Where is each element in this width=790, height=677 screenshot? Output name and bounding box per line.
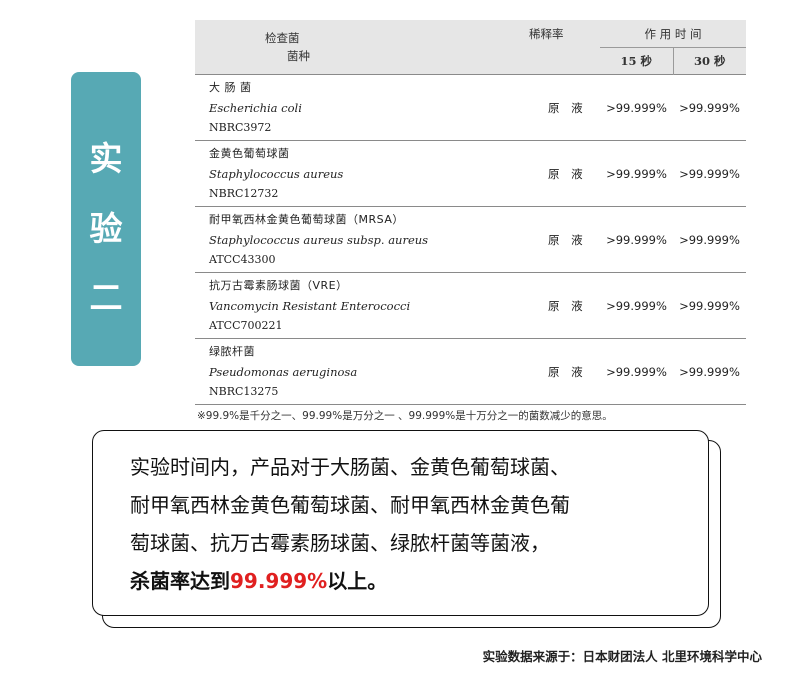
table-footnote: ※99.9%是千分之一、99.99%是万分之一 、99.999%是十万分之一的菌… (197, 410, 613, 422)
kill-rate-value: 99.999% (230, 569, 328, 593)
dilution-cell: 原 液 (528, 206, 600, 273)
data-source: 实验数据来源于：日本财团法人 北里环境科学中心 (482, 649, 762, 664)
header-15s: 15 秒 (600, 47, 674, 75)
header-dilution: 稀释率 (528, 20, 600, 75)
strain-cn: 绿脓杆菌 (209, 344, 255, 358)
strain-sci: Vancomycin Resistant Enterococci (209, 298, 411, 313)
table-row: 绿脓杆菌 Pseudomonas aeruginosa NBRC13275 原 … (195, 338, 746, 405)
callout-conclusion: 杀菌率达到99.999%以上。 (130, 562, 684, 600)
value-15s: >99.999% (600, 206, 673, 273)
value-15s: >99.999% (600, 140, 673, 207)
value-30s: >99.999% (673, 140, 746, 207)
strain-sci: Staphylococcus aureus (209, 166, 344, 181)
badge-char-3: 二 (89, 278, 123, 317)
table-row: 耐甲氧西林金黄色葡萄球菌（MRSA） Staphylococcus aureus… (195, 206, 746, 273)
header-strain-line2: 菌种 (287, 49, 310, 63)
value-30s: >99.999% (673, 206, 746, 273)
table-row: 大 肠 菌 Escherichia coli NBRC3972 原 液 >99.… (195, 74, 746, 141)
strain-code: NBRC12732 (209, 186, 279, 200)
dilution-cell: 原 液 (528, 338, 600, 405)
value-15s: >99.999% (600, 338, 673, 405)
strain-sci: Staphylococcus aureus subsp. aureus (209, 232, 429, 247)
dilution-cell: 原 液 (528, 74, 600, 141)
value-30s: >99.999% (673, 272, 746, 339)
value-30s: >99.999% (673, 74, 746, 141)
strain-cell: 大 肠 菌 Escherichia coli NBRC3972 (195, 74, 528, 141)
strain-cell: 绿脓杆菌 Pseudomonas aeruginosa NBRC13275 (195, 338, 528, 405)
summary-callout: 实验时间内，产品对于大肠菌、金黄色葡萄球菌、 耐甲氧西林金黄色葡萄球菌、耐甲氧西… (92, 430, 709, 616)
strain-sci: Escherichia coli (209, 100, 302, 115)
strain-cell: 耐甲氧西林金黄色葡萄球菌（MRSA） Staphylococcus aureus… (195, 206, 528, 273)
table-row: 抗万古霉素肠球菌（VRE） Vancomycin Resistant Enter… (195, 272, 746, 339)
results-table-section: 检查菌 菌种 稀释率 作 用 时 间 15 秒 30 秒 大 肠 菌 Esche… (195, 20, 746, 423)
strain-code: NBRC3972 (209, 120, 272, 134)
table-row: 金黄色葡萄球菌 Staphylococcus aureus NBRC12732 … (195, 140, 746, 207)
strain-cn: 耐甲氧西林金黄色葡萄球菌（MRSA） (209, 212, 404, 226)
badge-char-1: 实 (89, 139, 123, 178)
strain-code: ATCC700221 (209, 318, 283, 332)
strain-cn: 金黄色葡萄球菌 (209, 146, 290, 160)
callout-line: 萄球菌、抗万古霉素肠球菌、绿脓杆菌等菌液， (130, 531, 550, 555)
callout-line: 实验时间内，产品对于大肠菌、金黄色葡萄球菌、 (130, 455, 570, 479)
conclusion-prefix: 杀菌率达到 (130, 569, 230, 593)
strain-cell: 抗万古霉素肠球菌（VRE） Vancomycin Resistant Enter… (195, 272, 528, 339)
conclusion-suffix: 以上。 (327, 569, 388, 593)
experiment-badge: 实 验 二 (71, 72, 141, 366)
strain-cn: 抗万古霉素肠球菌（VRE） (209, 278, 348, 292)
header-strain: 检查菌 菌种 (195, 20, 528, 75)
header-strain-line1: 检查菌 (265, 31, 300, 45)
dilution-cell: 原 液 (528, 140, 600, 207)
badge-char-2: 验 (89, 208, 123, 248)
strain-cn: 大 肠 菌 (209, 80, 252, 94)
value-15s: >99.999% (600, 74, 673, 141)
dilution-cell: 原 液 (528, 272, 600, 339)
value-15s: >99.999% (600, 272, 673, 339)
header-time: 作 用 时 间 (600, 20, 746, 48)
strain-code: NBRC13275 (209, 384, 279, 398)
results-table: 检查菌 菌种 稀释率 作 用 时 间 15 秒 30 秒 大 肠 菌 Esche… (195, 20, 746, 405)
strain-code: ATCC43300 (209, 252, 276, 266)
value-30s: >99.999% (673, 338, 746, 405)
header-30s: 30 秒 (673, 47, 746, 75)
callout-line: 耐甲氧西林金黄色葡萄球菌、耐甲氧西林金黄色葡 (130, 493, 570, 517)
strain-cell: 金黄色葡萄球菌 Staphylococcus aureus NBRC12732 (195, 140, 528, 207)
strain-sci: Pseudomonas aeruginosa (209, 364, 358, 379)
